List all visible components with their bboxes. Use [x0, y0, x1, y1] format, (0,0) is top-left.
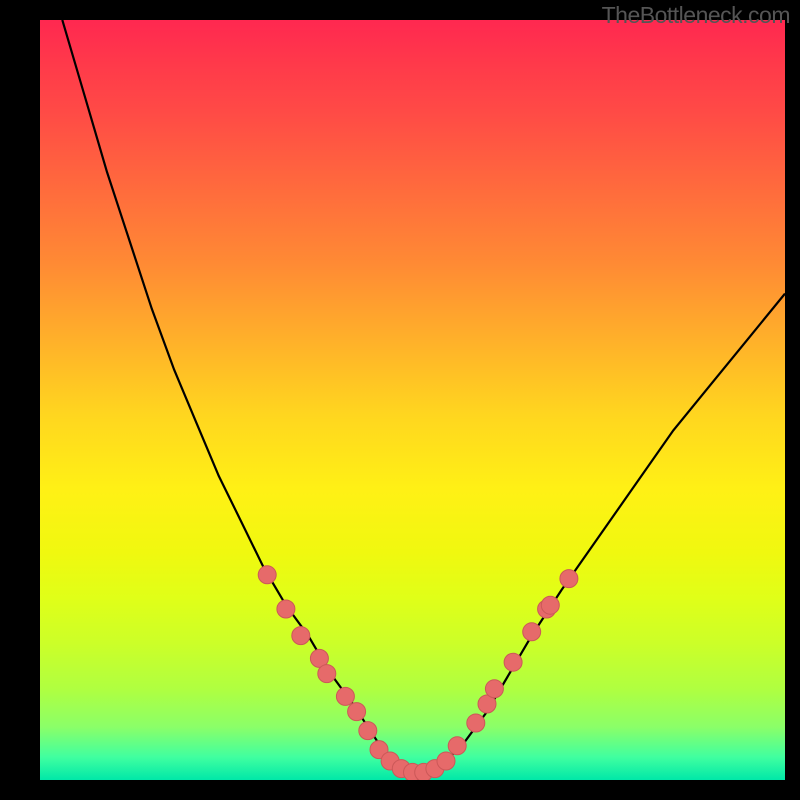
chart-stage: TheBottleneck.com: [0, 0, 800, 800]
watermark-text: TheBottleneck.com: [602, 2, 790, 29]
chart-svg: [40, 20, 785, 780]
curve-marker: [292, 627, 310, 645]
curve-marker: [336, 687, 354, 705]
curve-marker: [348, 703, 366, 721]
curve-marker: [485, 680, 503, 698]
curve-markers: [258, 566, 578, 780]
curve-marker: [437, 752, 455, 770]
bottleneck-curve: [62, 20, 785, 772]
curve-marker: [523, 623, 541, 641]
curve-marker: [318, 665, 336, 683]
curve-marker: [467, 714, 485, 732]
curve-marker: [541, 596, 559, 614]
curve-marker: [504, 653, 522, 671]
curve-marker: [258, 566, 276, 584]
curve-marker: [448, 737, 466, 755]
plot-area: [40, 20, 785, 780]
curve-marker: [359, 722, 377, 740]
curve-marker: [277, 600, 295, 618]
curve-marker: [560, 570, 578, 588]
